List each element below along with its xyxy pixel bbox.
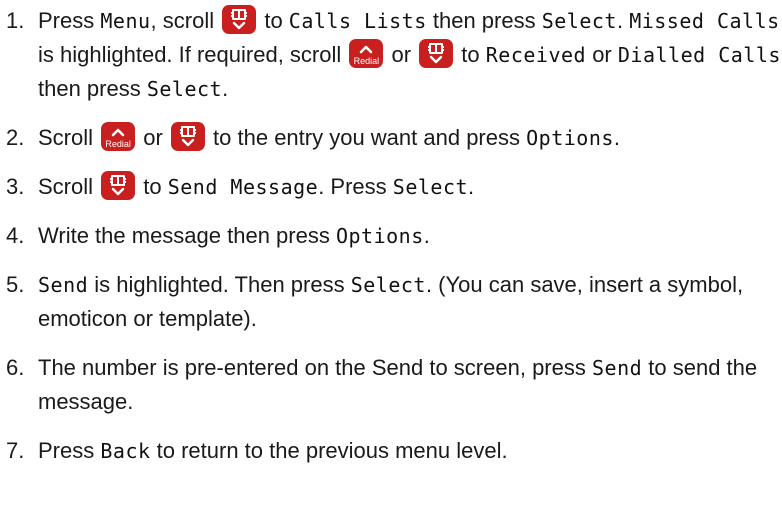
display-text: Received <box>485 43 587 67</box>
instruction-text: to return to the previous menu level. <box>150 438 508 463</box>
instruction-text: . <box>616 8 630 33</box>
instruction-text: . Press <box>318 174 393 199</box>
redial-icon-label: Redial <box>353 56 380 66</box>
instruction-text: . <box>468 174 475 199</box>
step-6: 6. The number is pre-entered on the Send … <box>6 351 782 419</box>
instruction-text: The number is pre-entered on the Send to… <box>38 355 592 380</box>
instruction-text: is highlighted. Then press <box>88 272 351 297</box>
display-text: Options <box>526 126 614 150</box>
instruction-text: then press <box>38 76 147 101</box>
display-text: Select <box>146 77 223 101</box>
display-text: Calls Lists <box>288 9 427 33</box>
step-number: 7. <box>6 438 25 463</box>
step-1: 1. Press Menu, scroll to Calls Lists then… <box>6 4 782 106</box>
phonebook-down-icon <box>222 5 257 34</box>
display-text: Back <box>100 439 151 463</box>
display-text: Send <box>38 273 89 297</box>
instructions-page: 1. Press Menu, scroll to Calls Lists then… <box>0 0 782 524</box>
display-text: Select <box>350 273 426 297</box>
step-text: Scroll Redial or to the entry you want a… <box>38 121 782 155</box>
instruction-text: Write the message then press <box>38 223 336 248</box>
step-number: 6. <box>6 355 25 380</box>
instruction-text: to <box>258 8 289 33</box>
steps-list: 1. Press Menu, scroll to Calls Lists then… <box>6 4 782 468</box>
instruction-text: to <box>455 42 486 67</box>
display-text: Options <box>335 224 424 248</box>
instruction-text: . <box>222 76 229 101</box>
instruction-text: or <box>137 125 169 150</box>
display-text: Select <box>541 9 617 33</box>
step-number: 5. <box>6 272 25 297</box>
step-number: 2. <box>6 125 25 150</box>
display-text: Select <box>392 175 469 199</box>
instruction-text: or <box>385 42 418 67</box>
phonebook-down-icon <box>170 122 205 151</box>
display-text: Dialled Calls <box>617 43 781 67</box>
instruction-text: then press <box>426 8 542 33</box>
step-5: 5. Send is highlighted. Then press Select… <box>6 268 782 336</box>
step-text: Press Menu, scroll to Calls Lists then p… <box>38 4 782 106</box>
instruction-text: to the entry you want and press <box>206 125 527 150</box>
instruction-text: , scroll <box>150 8 221 33</box>
redial-up-icon: Redial <box>101 122 136 151</box>
instruction-text: Press <box>38 438 101 463</box>
step-text: Press Back to return to the previous men… <box>38 434 782 468</box>
display-text: Send Message <box>167 175 319 199</box>
step-2: 2. Scroll Redial or to the entry you want… <box>6 121 782 155</box>
step-text: Write the message then press Options. <box>38 219 782 253</box>
redial-icon-label: Redial <box>105 139 131 149</box>
step-number: 1. <box>6 8 25 33</box>
step-4: 4. Write the message then press Options. <box>6 219 782 253</box>
step-text: Scroll to Send Message. Press Select. <box>38 170 782 204</box>
instruction-text: to <box>137 174 168 199</box>
step-7: 7. Press Back to return to the previous m… <box>6 434 782 468</box>
display-text: Menu <box>100 9 151 33</box>
step-number: 3. <box>6 174 25 199</box>
step-text: The number is pre-entered on the Send to… <box>38 351 782 419</box>
instruction-text: Press <box>38 8 101 33</box>
phonebook-down-icon <box>419 39 454 68</box>
display-text: Missed Calls <box>629 9 780 33</box>
step-text: Send is highlighted. Then press Select. … <box>38 268 782 336</box>
phonebook-down-icon <box>101 171 136 200</box>
instruction-text: is highlighted. If required, scroll <box>38 42 348 67</box>
step-3: 3. Scroll to Send Message. Press Select. <box>6 170 782 204</box>
step-number: 4. <box>6 223 25 248</box>
instruction-text: . <box>613 125 621 150</box>
instruction-text: Scroll <box>38 125 100 150</box>
display-text: Send <box>591 356 643 380</box>
instruction-text: . <box>423 223 430 248</box>
instruction-text: Scroll <box>38 174 100 199</box>
redial-up-icon: Redial <box>349 39 384 68</box>
instruction-text: or <box>586 42 618 67</box>
